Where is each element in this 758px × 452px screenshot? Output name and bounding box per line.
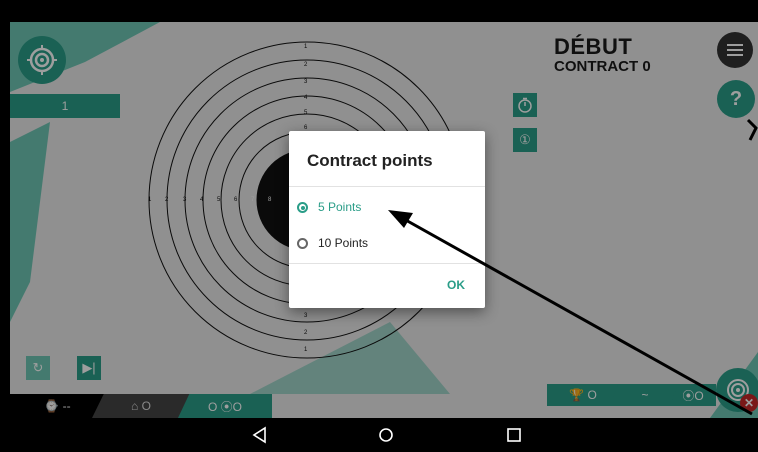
option-label: 5 Points: [318, 200, 362, 214]
option-label: 10 Points: [318, 236, 369, 250]
option-10-points[interactable]: 10 Points: [297, 230, 477, 256]
divider: [289, 186, 485, 187]
ok-button[interactable]: OK: [447, 278, 465, 292]
system-nav-bar: [0, 418, 758, 452]
contract-points-dialog: Contract points 5 Points 10 Points OK: [289, 131, 485, 308]
radio-unselected-icon[interactable]: [297, 237, 308, 249]
status-bar: [0, 0, 758, 22]
recents-icon[interactable]: [503, 424, 525, 446]
back-icon[interactable]: [249, 424, 271, 446]
radio-selected-icon[interactable]: [297, 201, 308, 213]
divider: [289, 263, 485, 264]
dialog-title: Contract points: [307, 151, 433, 170]
option-5-points[interactable]: 5 Points: [297, 194, 477, 220]
home-icon[interactable]: [375, 424, 397, 446]
